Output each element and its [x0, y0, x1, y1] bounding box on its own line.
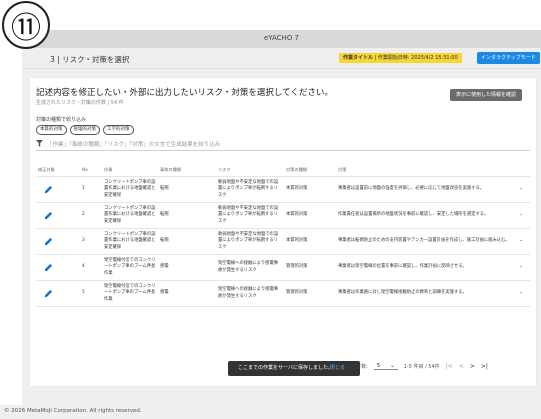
- row-measure-type: 本質的対策: [284, 176, 336, 203]
- row-risk: 軟弱地盤や不安定な地盤での設置によりポンプ車が転倒するリスク: [216, 228, 284, 255]
- row-accident: 感電: [158, 280, 216, 307]
- row-accident: 転倒: [158, 228, 216, 255]
- copyright-text: © 2026 MetaMoJi Corporation. All rights …: [4, 408, 142, 414]
- row-work: コンクリートポンプ車の設置作業における地盤確認と安定確保: [102, 228, 158, 255]
- pen-icon[interactable]: [44, 289, 53, 298]
- pen-icon[interactable]: [44, 237, 53, 246]
- app-title: eYACHO 7: [263, 34, 300, 42]
- filter-title: 対策の種類で絞り込み: [36, 117, 87, 123]
- row-work: コンクリートポンプ車の設置作業における地盤確認と安定確保: [102, 202, 158, 229]
- row-risk: 架空電線への接触により感電事故が発生するリスク: [216, 280, 284, 307]
- work-start-time: | 作業開始日時: 2025/4/2 15:31:00: [374, 55, 458, 61]
- work-info-badge: 作業タイトル | 作業開始日時: 2025/4/2 15:31:00: [339, 53, 462, 63]
- row-accident: 感電: [158, 254, 216, 281]
- row-measure-type: 本質的対策: [284, 228, 336, 255]
- work-title: 作業タイトル: [343, 55, 374, 61]
- row-measure: 事業者は転倒防止のための支持装置やアンカー設置計画を作成し、施工計画に組み込む。: [336, 228, 512, 255]
- edit-cell[interactable]: [36, 254, 80, 281]
- per-page-value: 5: [376, 362, 381, 369]
- row-accident: 転倒: [158, 202, 216, 229]
- col-header-edit: 修正対象: [36, 163, 80, 177]
- row-measure: 事業者は架空電線の位置を事前に確認し、作業計画に反映させる。: [336, 254, 512, 281]
- table-row[interactable]: 4 架空電線付近でのコンクリートポンプ車のブーム伸長作業 感電 架空電線への接触…: [36, 254, 530, 281]
- row-risk: 軟弱地盤や不安定な地盤での設置によりポンプ車が転倒するリスク: [216, 202, 284, 229]
- page-header: 3 | リスク・対策を選択 作業タイトル | 作業開始日時: 2025/4/2 …: [22, 48, 541, 69]
- toast-close-button[interactable]: 閉じる: [330, 361, 345, 376]
- row-measure: 作業責任者は設置場所の地盤状況を事前に確認し、安定した場所を選定する。: [336, 202, 512, 229]
- first-page-button[interactable]: |<: [446, 363, 453, 370]
- chevron-down-icon[interactable]: ⌄: [512, 280, 530, 307]
- save-toast: ここまでの作業をサーバに保存しました。 閉じる: [228, 361, 360, 376]
- edit-cell[interactable]: [36, 176, 80, 203]
- toast-message: ここまでの作業をサーバに保存しました。: [238, 365, 333, 371]
- interactive-mode-button[interactable]: インタラクティブモード: [477, 52, 540, 64]
- result-count: 生成されたリスク・対策の件数 | 54 件: [36, 100, 124, 106]
- row-work: コンクリートポンプ車の設置作業における地盤確認と安定確保: [102, 176, 158, 203]
- chevron-down-icon[interactable]: ⌄: [512, 254, 530, 281]
- prev-page-button[interactable]: <: [459, 363, 464, 370]
- page-title: 記述内容を修正したい・外部に出力したいリスク・対策を選択してください。: [36, 88, 333, 98]
- edit-cell[interactable]: [36, 202, 80, 229]
- row-no: 1: [80, 176, 102, 203]
- next-page-button[interactable]: >: [470, 363, 475, 370]
- title-bar: eYACHO 7: [22, 30, 541, 48]
- edit-cell[interactable]: [36, 228, 80, 255]
- row-work: 架空電線付近でのコンクリートポンプ車のブーム伸長作業: [102, 280, 158, 307]
- chevron-down-icon[interactable]: ⌄: [512, 228, 530, 255]
- table-header-row: 修正対象 No. 作業 事故の種類 リスク 対策の種類 対策: [36, 163, 530, 177]
- table-row[interactable]: 1 コンクリートポンプ車の設置作業における地盤確認と安定確保 転倒 軟弱地盤や不…: [36, 176, 530, 203]
- row-risk: 架空電線への接触により感電事故が発生するリスク: [216, 254, 284, 281]
- row-measure-type: 管理的対策: [284, 254, 336, 281]
- row-measure-type: 本質的対策: [284, 202, 336, 229]
- page-range: 1-5 件目 / 54件: [403, 363, 440, 370]
- chevron-down-icon[interactable]: ⌄: [512, 176, 530, 203]
- filter-icon: [36, 140, 43, 147]
- per-page-select[interactable]: 5 ⌄: [373, 362, 398, 370]
- search-placeholder: 「作業」「事故の種類」「リスク」「対策」の文言で生成結果を絞り込み: [47, 142, 221, 148]
- row-measure: 事業者は設置前に地盤の強度を評価し、必要に応じて地盤改良を実施する。: [336, 176, 512, 203]
- col-header-risk: リスク: [216, 163, 284, 177]
- footer: © 2026 MetaMoJi Corporation. All rights …: [0, 405, 541, 419]
- filter-chips: 本質的対策 管理的対策 工学的対策: [36, 125, 134, 135]
- row-risk: 軟弱地盤や不安定な地盤での設置によりポンプ車が転倒するリスク: [216, 176, 284, 203]
- row-work: 架空電線付近でのコンクリートポンプ車のブーム伸長作業: [102, 254, 158, 281]
- col-header-expand: [512, 163, 530, 177]
- pen-icon[interactable]: [44, 185, 53, 194]
- table-row[interactable]: 2 コンクリートポンプ車の設置作業における地盤確認と安定確保 転倒 軟弱地盤や不…: [36, 202, 530, 229]
- table-row[interactable]: 3 コンクリートポンプ車の設置作業における地盤確認と安定確保 転倒 軟弱地盤や不…: [36, 228, 530, 255]
- table-row[interactable]: 5 架空電線付近でのコンクリートポンプ車のブーム伸長作業 感電 架空電線への接触…: [36, 280, 530, 307]
- pen-icon[interactable]: [44, 211, 53, 220]
- risk-selection-card: 記述内容を修正したい・外部に出力したいリスク・対策を選択してください。 生成され…: [30, 78, 536, 386]
- chip-engineering[interactable]: 工学的対策: [103, 125, 134, 135]
- pen-icon[interactable]: [44, 263, 53, 272]
- col-header-measure-type: 対策の種類: [284, 163, 336, 177]
- row-measure: 事業者は作業員に対し架空電線接触防止の教育と訓練を実施する。: [336, 280, 512, 307]
- chip-administrative[interactable]: 管理的対策: [69, 125, 100, 135]
- row-measure-type: 管理的対策: [284, 280, 336, 307]
- search-input[interactable]: 「作業」「事故の種類」「リスク」「対策」の文言で生成結果を絞り込み: [36, 139, 530, 151]
- row-no: 2: [80, 202, 102, 229]
- row-no: 3: [80, 228, 102, 255]
- row-no: 4: [80, 254, 102, 281]
- edit-cell[interactable]: [36, 280, 80, 307]
- col-header-work: 作業: [102, 163, 158, 177]
- step-number-badge: ⑪: [2, 1, 50, 49]
- row-accident: 転倒: [158, 176, 216, 203]
- row-no: 5: [80, 280, 102, 307]
- col-header-no: No.: [80, 163, 102, 177]
- chevron-down-icon[interactable]: ⌄: [512, 202, 530, 229]
- col-header-measure: 対策: [336, 163, 512, 177]
- step-title: 3 | リスク・対策を選択: [50, 55, 130, 64]
- last-page-button[interactable]: >|: [481, 363, 488, 370]
- col-header-accident: 事故の種類: [158, 163, 216, 177]
- confirm-info-button[interactable]: 表示に使用した情報を確認: [450, 89, 523, 101]
- chip-essential[interactable]: 本質的対策: [36, 125, 67, 135]
- app-window: eYACHO 7 3 | リスク・対策を選択 作業タイトル | 作業開始日時: …: [22, 30, 541, 405]
- risk-table: 修正対象 No. 作業 事故の種類 リスク 対策の種類 対策 1 コンクリートポ…: [36, 163, 530, 307]
- chevron-down-icon: ⌄: [390, 362, 395, 369]
